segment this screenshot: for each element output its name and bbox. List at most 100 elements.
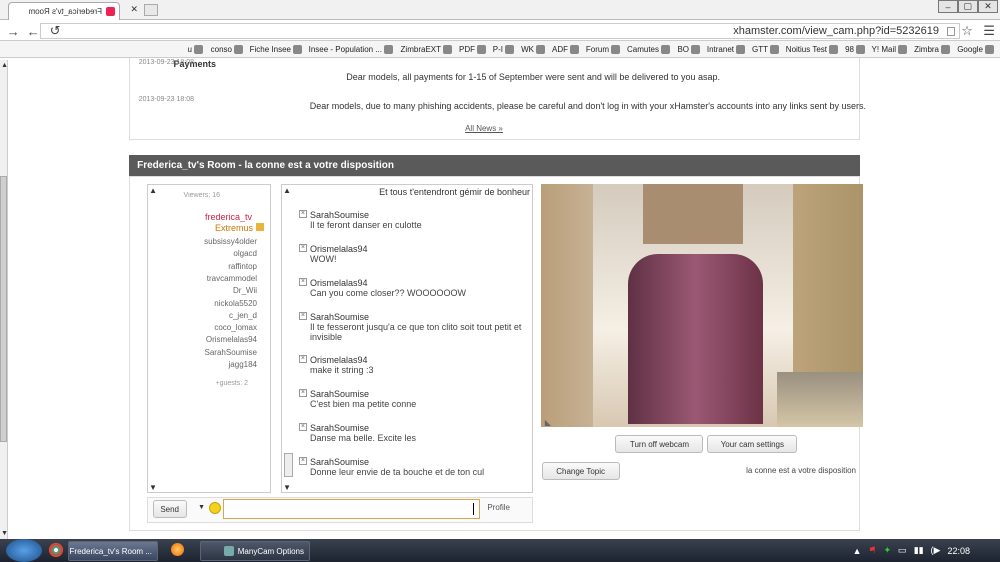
star-icon[interactable]: ☆: [958, 22, 976, 40]
chat-username[interactable]: SarahSoumise: [310, 312, 530, 322]
chat-text: Il te fesseront jusqu'a ce que ton clito…: [310, 322, 522, 342]
scroll-up-icon[interactable]: ▲: [1, 62, 8, 69]
delete-message-icon[interactable]: ×: [299, 355, 307, 363]
bookmark-label: 98: [844, 44, 854, 54]
turn-off-webcam-button[interactable]: Turn off webcam: [615, 435, 703, 453]
bookmark-icon: [535, 44, 545, 54]
smiley-icon[interactable]: [209, 502, 221, 514]
chat-username[interactable]: Orismelalas94: [310, 278, 530, 288]
bookmark-item[interactable]: Google: [957, 44, 994, 54]
all-news-link[interactable]: All News »: [444, 124, 524, 133]
delete-message-icon[interactable]: ×: [299, 210, 307, 218]
bookmark-item[interactable]: Noitius Test: [786, 44, 838, 54]
bookmark-item[interactable]: conso: [210, 44, 243, 54]
address-bar[interactable]: xhamster.com/view_cam.php?id=5232619: [40, 23, 960, 39]
bookmark-item[interactable]: Zimbra: [914, 44, 951, 54]
bookmark-item[interactable]: PDF: [458, 44, 486, 54]
minimize-window-button[interactable]: –: [938, 0, 958, 13]
chat-username[interactable]: Orismelalas94: [310, 244, 530, 254]
bookmark-item[interactable]: Forum: [586, 44, 621, 54]
delete-message-icon[interactable]: ×: [299, 244, 307, 252]
bookmark-label: u: [187, 44, 193, 54]
change-topic-button[interactable]: Change Topic: [542, 462, 620, 480]
chat-scroll-up-icon[interactable]: ▲: [283, 186, 291, 195]
scroll-down-icon[interactable]: ▼: [1, 530, 8, 537]
menu-icon[interactable]: ☰: [980, 22, 998, 40]
volume-icon[interactable]: ◀): [931, 545, 941, 556]
user-list-item[interactable]: subsissy4older: [177, 237, 257, 246]
chat-message-input[interactable]: [223, 499, 480, 519]
emoticon-dropdown-icon[interactable]: ▼: [198, 504, 205, 511]
back-icon[interactable]: ←: [4, 22, 22, 40]
bookmark-item[interactable]: 98: [844, 44, 865, 54]
send-button[interactable]: Send: [153, 500, 187, 518]
profile-link[interactable]: Profile: [487, 503, 510, 512]
chat-username[interactable]: Orismelalas94: [310, 355, 530, 365]
delete-message-icon[interactable]: ×: [299, 457, 307, 465]
user-list-item[interactable]: nickola5520: [177, 299, 257, 308]
bookmark-item[interactable]: Y! Mail: [872, 44, 908, 54]
tab-close-icon[interactable]: ✕: [130, 4, 138, 15]
delete-message-icon[interactable]: ×: [299, 278, 307, 286]
browser-tab[interactable]: Frederica_tv's Room: [8, 2, 120, 20]
bookmark-item[interactable]: Fiche Insee: [250, 44, 302, 54]
manycam-taskbar-button[interactable]: ManyCam Options: [200, 541, 310, 561]
chat-username[interactable]: SarahSoumise: [310, 210, 530, 220]
chat-text: Can you come closer?? WOOOOOOW: [310, 288, 467, 298]
show-hidden-icons[interactable]: ▲: [853, 546, 862, 556]
bookmark-item[interactable]: Insee - Population ...: [309, 44, 394, 54]
cam-settings-button[interactable]: Your cam settings: [707, 435, 797, 453]
user-list-item[interactable]: SarahSoumise: [177, 348, 257, 357]
bookmark-item[interactable]: ADF: [552, 44, 579, 54]
bookmark-icon: [194, 44, 204, 54]
manycam-icon: [223, 546, 234, 556]
user-list-item[interactable]: c_jen_d: [177, 311, 257, 320]
user-list-item[interactable]: coco_lomax: [177, 323, 257, 332]
bookmark-label: PDF: [458, 44, 475, 54]
user-list-item[interactable]: jagg184: [177, 360, 257, 369]
chat-scrollbar-thumb[interactable]: [284, 453, 293, 477]
bookmark-item[interactable]: u: [187, 44, 204, 54]
news-line-2: Dear models, due to many phishing accide…: [309, 101, 866, 111]
wifi-icon[interactable]: ✦: [884, 545, 892, 556]
user-list-item[interactable]: travcammodel: [177, 274, 257, 283]
new-tab-button[interactable]: [144, 4, 158, 16]
network-icon[interactable]: ▮▮: [914, 545, 924, 556]
users-scroll-down-icon[interactable]: ▼: [149, 483, 157, 492]
flag-icon[interactable]: ⚑: [869, 545, 877, 556]
user-list-item[interactable]: olgacd: [177, 249, 257, 258]
battery-icon[interactable]: ▭: [898, 545, 907, 556]
bookmark-item[interactable]: Intranet: [707, 44, 745, 54]
user-list-item[interactable]: raffintop: [177, 262, 257, 271]
firefox-taskbar-icon[interactable]: [171, 543, 184, 556]
browser-taskbar-button[interactable]: Frederica_tv's Room ...: [68, 541, 158, 561]
user-list-item[interactable]: Orismelalas94: [177, 335, 257, 344]
chat-scroll-down-icon[interactable]: ▼: [283, 483, 291, 492]
windows-start-icon[interactable]: [6, 539, 42, 562]
close-window-button[interactable]: ✕: [978, 0, 998, 13]
bookmark-item[interactable]: Camutes: [627, 44, 671, 54]
users-scroll-up-icon[interactable]: ▲: [149, 186, 157, 195]
bookmark-item[interactable]: BO: [677, 44, 700, 54]
bookmark-item[interactable]: ZimbraEXT: [400, 44, 452, 54]
chat-username[interactable]: SarahSoumise: [310, 423, 530, 433]
delete-message-icon[interactable]: ×: [299, 389, 307, 397]
delete-message-icon[interactable]: ×: [299, 312, 307, 320]
page-scrollbar-thumb[interactable]: [0, 176, 7, 442]
clock[interactable]: 22:08: [947, 546, 970, 556]
owner-name[interactable]: frederica_tv: [172, 212, 252, 222]
owner-group: Extremus: [184, 223, 264, 233]
bookmark-item[interactable]: GTT: [752, 44, 779, 54]
user-list-item[interactable]: Dr_Wii: [177, 286, 257, 295]
bookmark-icon: [769, 44, 779, 54]
chat-username[interactable]: SarahSoumise: [310, 457, 530, 467]
chat-message: Orismelalas94 make it string :3: [310, 355, 530, 375]
chrome-taskbar-icon[interactable]: [49, 543, 63, 557]
delete-message-icon[interactable]: ×: [299, 423, 307, 431]
bookmark-item[interactable]: WK: [521, 44, 545, 54]
chat-username[interactable]: SarahSoumise: [310, 389, 530, 399]
resize-handle-icon[interactable]: ◢: [545, 418, 551, 427]
chat-first-line: Et tous t'entendront gémir de bonheur: [379, 187, 530, 197]
bookmark-item[interactable]: P-I: [493, 44, 515, 54]
maximize-window-button[interactable]: ▢: [958, 0, 978, 13]
